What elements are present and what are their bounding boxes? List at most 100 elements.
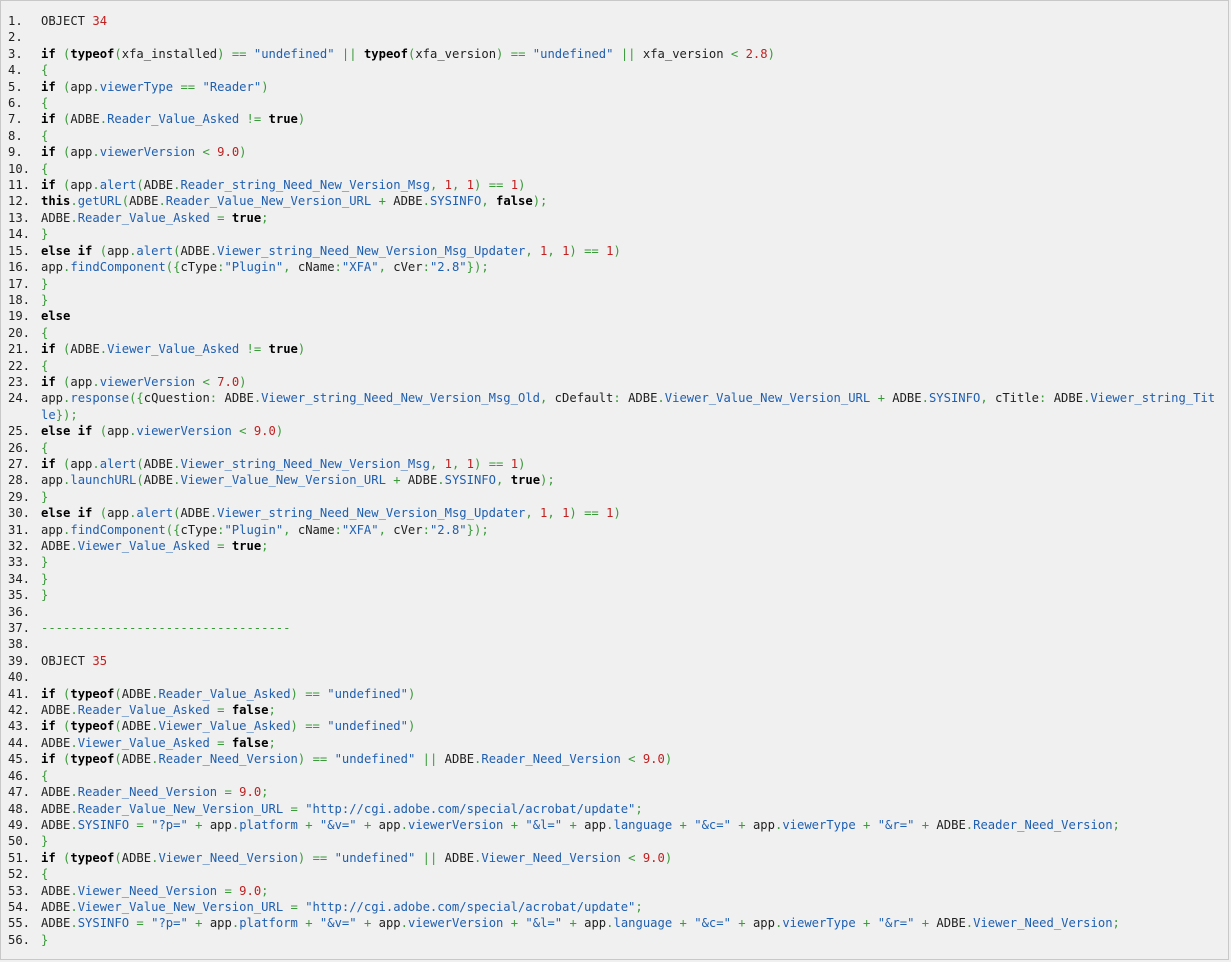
line-number: 43. bbox=[8, 719, 31, 734]
line-number: 18. bbox=[8, 292, 31, 307]
code-token: viewerVersion bbox=[99, 145, 196, 160]
code-token: } bbox=[41, 489, 49, 504]
line-code: ADBE.Reader_Value_Asked = false; bbox=[41, 702, 1228, 718]
code-token: ADBE bbox=[385, 194, 423, 209]
line-code: { bbox=[41, 325, 1228, 341]
code-token: + bbox=[305, 916, 313, 931]
code-token: }); bbox=[55, 407, 78, 422]
line-code: { bbox=[41, 62, 1228, 78]
line-number: 26. bbox=[8, 440, 31, 455]
code-token: ; bbox=[261, 785, 269, 800]
code-token: if bbox=[41, 719, 56, 734]
code-line: 48. ADBE.Reader_Value_New_Version_URL = "… bbox=[1, 801, 1228, 817]
code-token: == bbox=[305, 686, 320, 701]
code-token: "&l=" bbox=[525, 916, 563, 931]
line-code: if (typeof(ADBE.Viewer_Need_Version) == … bbox=[41, 850, 1228, 866]
code-token: "?p=" bbox=[151, 916, 188, 931]
code-token: { bbox=[41, 325, 49, 340]
code-token: || bbox=[341, 46, 357, 61]
line-number: 25. bbox=[8, 424, 31, 439]
code-token: ADBE bbox=[41, 735, 71, 750]
line-code: else if (app.alert(ADBE.Viewer_string_Ne… bbox=[41, 505, 1228, 521]
line-number: 1. bbox=[8, 14, 23, 28]
code-token: Viewer_Value_Asked bbox=[158, 719, 291, 734]
code-token: . bbox=[606, 817, 614, 832]
code-token: cType bbox=[180, 522, 218, 537]
code-token: + bbox=[921, 817, 930, 832]
code-token: 1 bbox=[510, 178, 519, 193]
code-token: 34 bbox=[92, 14, 108, 28]
code-line: 3. if (typeof(xfa_installed) == "undefine… bbox=[1, 46, 1228, 62]
code-token: ---------------------------------- bbox=[41, 621, 291, 636]
code-token: typeof bbox=[70, 752, 115, 767]
line-code: app.launchURL(ADBE.Viewer_Value_New_Vers… bbox=[41, 472, 1228, 488]
code-token: = bbox=[224, 785, 232, 800]
code-line: 11. if (app.alert(ADBE.Reader_string_Need… bbox=[1, 177, 1228, 193]
code-token: 9.0 bbox=[239, 883, 262, 898]
code-line: 23. if (app.viewerVersion < 7.0) bbox=[1, 374, 1228, 390]
code-token: } bbox=[41, 227, 49, 242]
line-code: ADBE.Viewer_Value_Asked = true; bbox=[41, 538, 1228, 554]
code-token: 9.0 bbox=[642, 850, 665, 865]
line-number: 42. bbox=[8, 703, 31, 718]
code-line: 41. if (typeof(ADBE.Reader_Value_Asked) =… bbox=[1, 686, 1228, 702]
code-line: 14.} bbox=[1, 226, 1228, 242]
code-token: 9.0 bbox=[253, 424, 276, 439]
code-line: 20. { bbox=[1, 325, 1228, 341]
code-token: ) bbox=[275, 424, 284, 439]
code-line: 18.} bbox=[1, 292, 1228, 308]
code-line: 21. if (ADBE.Viewer_Value_Asked != true) bbox=[1, 341, 1228, 357]
code-line: 40. bbox=[1, 669, 1228, 685]
code-token: = bbox=[136, 817, 144, 832]
code-token: ADBE bbox=[121, 719, 152, 734]
code-token: == bbox=[488, 456, 504, 471]
code-token: . bbox=[70, 916, 78, 931]
code-token: ADBE bbox=[143, 178, 174, 193]
code-token: else if bbox=[41, 243, 93, 258]
line-code: { bbox=[41, 440, 1228, 456]
code-token: { bbox=[41, 63, 49, 78]
code-line: 10. { bbox=[1, 161, 1228, 177]
code-token: "2.8" bbox=[429, 522, 467, 537]
code-token: + bbox=[921, 916, 930, 931]
code-token: { bbox=[41, 358, 49, 373]
code-token: == bbox=[231, 46, 247, 61]
code-token: if bbox=[41, 79, 56, 94]
code-token: "XFA" bbox=[341, 260, 379, 275]
code-token: 9.0 bbox=[239, 785, 262, 800]
code-token: ({ bbox=[165, 522, 181, 537]
code-line: 2. bbox=[1, 29, 1228, 45]
code-token: app bbox=[107, 424, 130, 439]
code-token: { bbox=[41, 867, 49, 882]
code-line: 13. ADBE.Reader_Value_Asked = true; bbox=[1, 210, 1228, 226]
line-number: 46. bbox=[8, 768, 31, 783]
code-token: ); bbox=[532, 194, 548, 209]
code-token: = bbox=[290, 899, 298, 914]
code-token: ADBE bbox=[41, 210, 71, 225]
code-token: + bbox=[305, 817, 313, 832]
code-token: . bbox=[657, 391, 665, 406]
line-code: if (typeof(ADBE.Reader_Need_Version) == … bbox=[41, 751, 1228, 767]
code-token: ) bbox=[664, 752, 673, 767]
code-token: app bbox=[745, 817, 775, 832]
code-token: : bbox=[422, 260, 430, 275]
code-token: else if bbox=[41, 506, 93, 521]
code-token: app bbox=[745, 916, 775, 931]
code-token: cVer bbox=[385, 522, 423, 537]
